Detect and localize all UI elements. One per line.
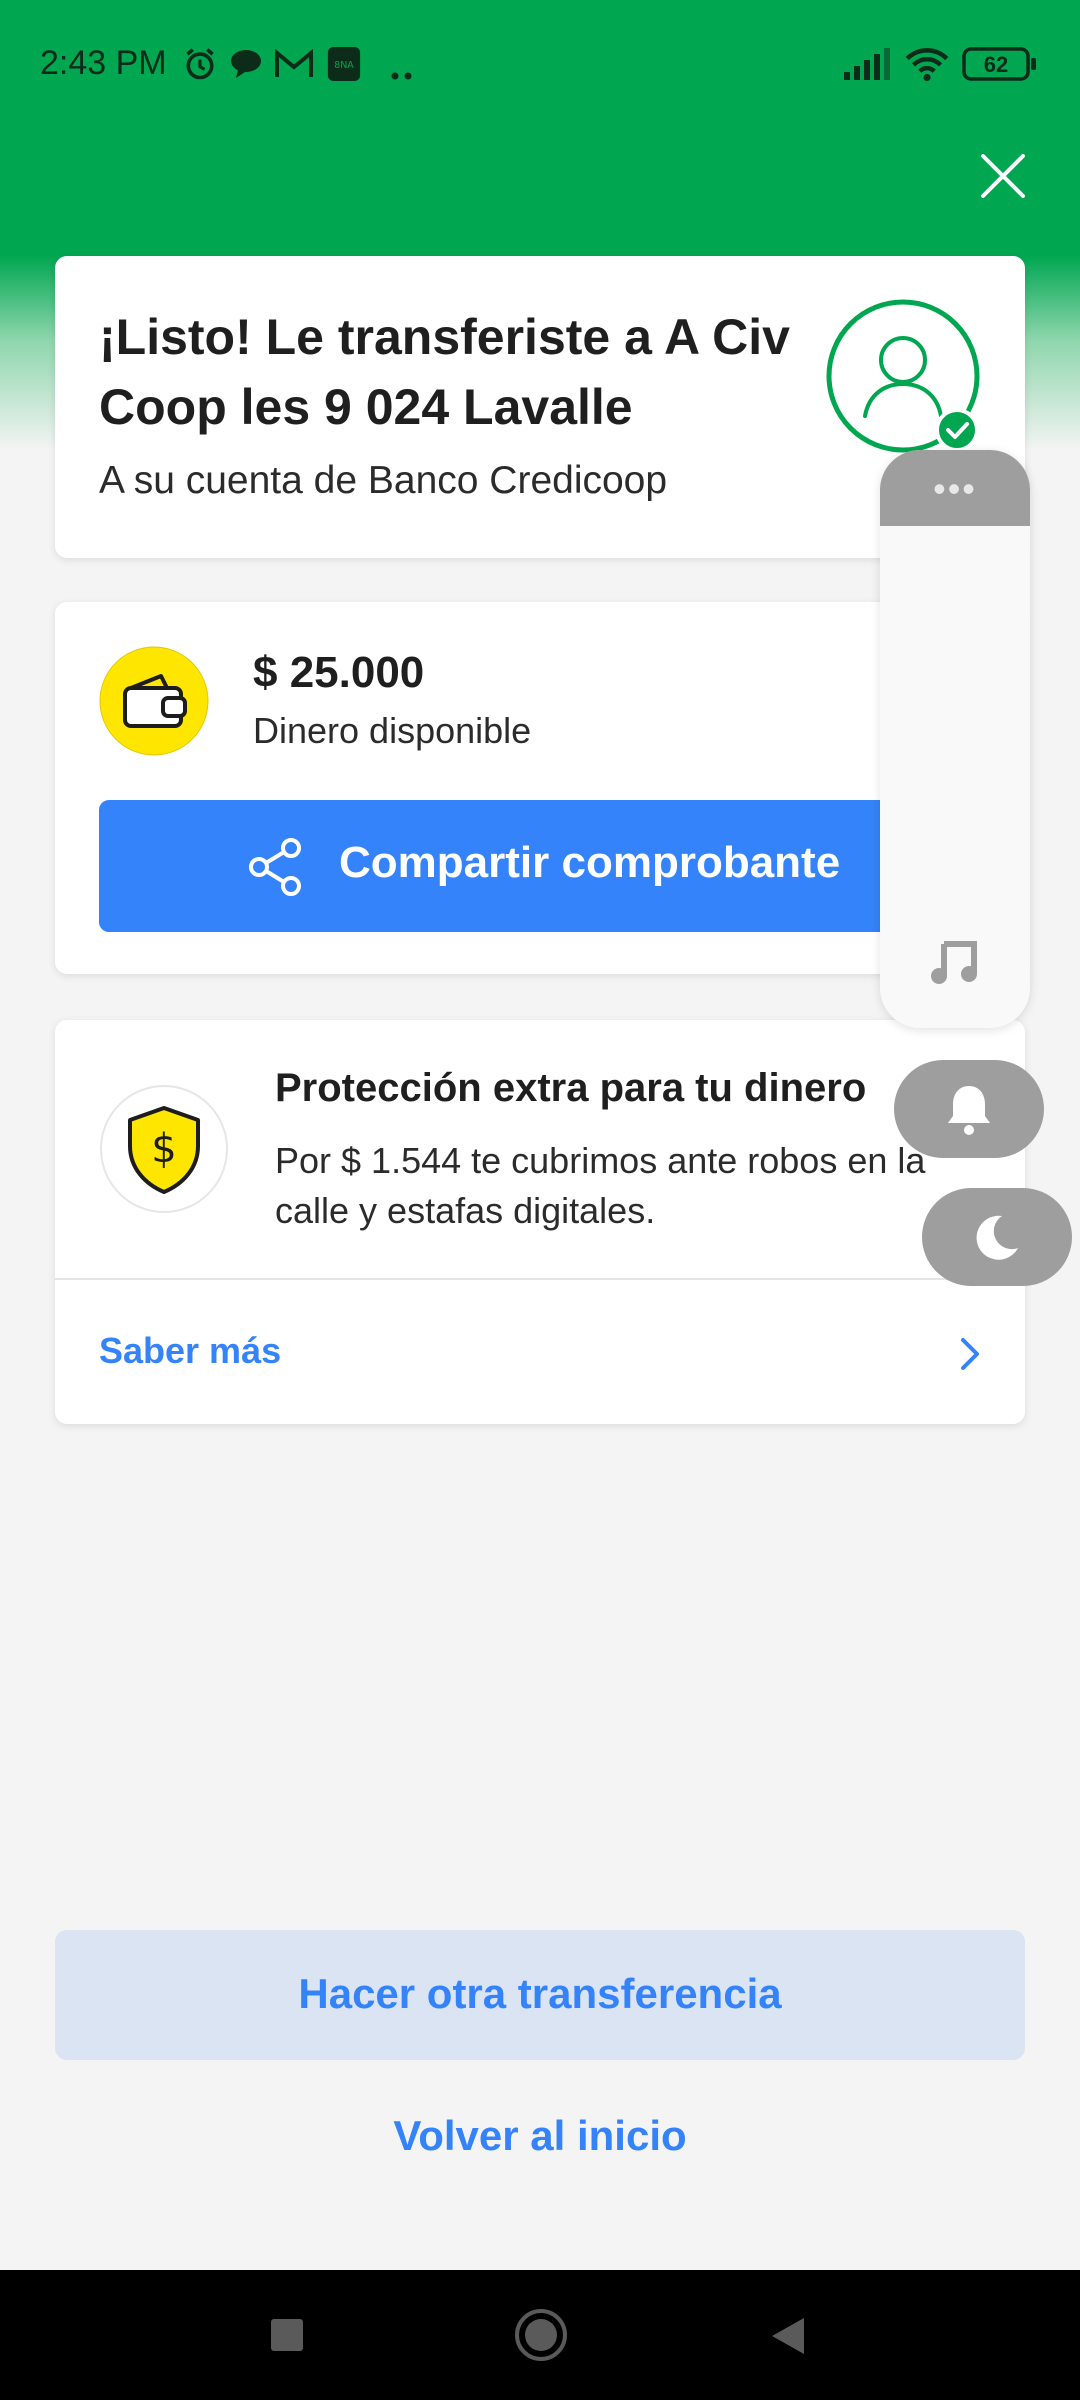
recents-icon[interactable] xyxy=(270,2318,304,2352)
more-dots-icon: ••• xyxy=(933,468,977,509)
app-icon: 8NA xyxy=(327,46,361,82)
share-receipt-label: Compartir comprobante xyxy=(339,838,841,887)
learn-more-link[interactable]: Saber más xyxy=(55,1280,1025,1424)
chevron-right-icon xyxy=(961,1338,979,1370)
alarm-icon xyxy=(186,48,214,80)
signal-icon xyxy=(844,48,890,80)
navigation-bar xyxy=(0,2270,1080,2400)
shield-dollar-icon: $ xyxy=(100,1085,228,1213)
music-note-icon[interactable] xyxy=(930,936,980,986)
share-receipt-button[interactable]: Compartir comprobante xyxy=(99,800,981,932)
wallet-icon xyxy=(99,646,209,756)
more-dots-icon xyxy=(391,72,412,80)
protection-description: Por $ 1.544 te cubrimos ante robos en la… xyxy=(275,1140,926,1231)
other-transfer-label: Hacer otra transferencia xyxy=(298,1970,782,2017)
battery-level: 62 xyxy=(983,52,1009,77)
gmail-icon xyxy=(275,48,313,77)
protection-card: $ Protección extra para tu dinero Por $ … xyxy=(55,1020,1025,1424)
share-icon xyxy=(249,838,301,896)
confirmation-subtitle: A su cuenta de Banco Credicoop xyxy=(99,459,668,502)
status-time: 2:43 PM xyxy=(40,44,167,82)
user-avatar-icon xyxy=(826,299,980,453)
floating-sound-panel[interactable]: ••• xyxy=(880,450,1030,1028)
home-icon[interactable] xyxy=(514,2308,568,2362)
bell-icon xyxy=(948,1086,990,1135)
chat-icon xyxy=(231,50,261,78)
balance-label: Dinero disponible xyxy=(253,710,532,751)
other-transfer-button[interactable]: Hacer otra transferencia xyxy=(55,1930,1025,2060)
status-bar: 2:43 PM 8NA 62 xyxy=(0,0,1080,130)
close-icon[interactable] xyxy=(975,148,1031,204)
ring-mode-toggle[interactable] xyxy=(894,1060,1044,1158)
learn-more-label: Saber más xyxy=(99,1330,282,1371)
confirmation-title: ¡Listo! Le transferiste a A Civ Coop les… xyxy=(99,309,790,435)
svg-text:$: $ xyxy=(151,1126,176,1172)
back-icon[interactable] xyxy=(770,2316,806,2356)
svg-text:8NA: 8NA xyxy=(334,60,354,71)
wifi-icon xyxy=(905,48,949,82)
back-home-link[interactable]: Volver al inicio xyxy=(55,2112,1025,2182)
balance-amount: $ 25.000 xyxy=(253,648,425,697)
moon-icon xyxy=(976,1215,1018,1260)
panel-handle[interactable]: ••• xyxy=(880,450,1030,526)
protection-title: Protección extra para tu dinero xyxy=(275,1066,867,1110)
do-not-disturb-toggle[interactable] xyxy=(922,1188,1072,1286)
